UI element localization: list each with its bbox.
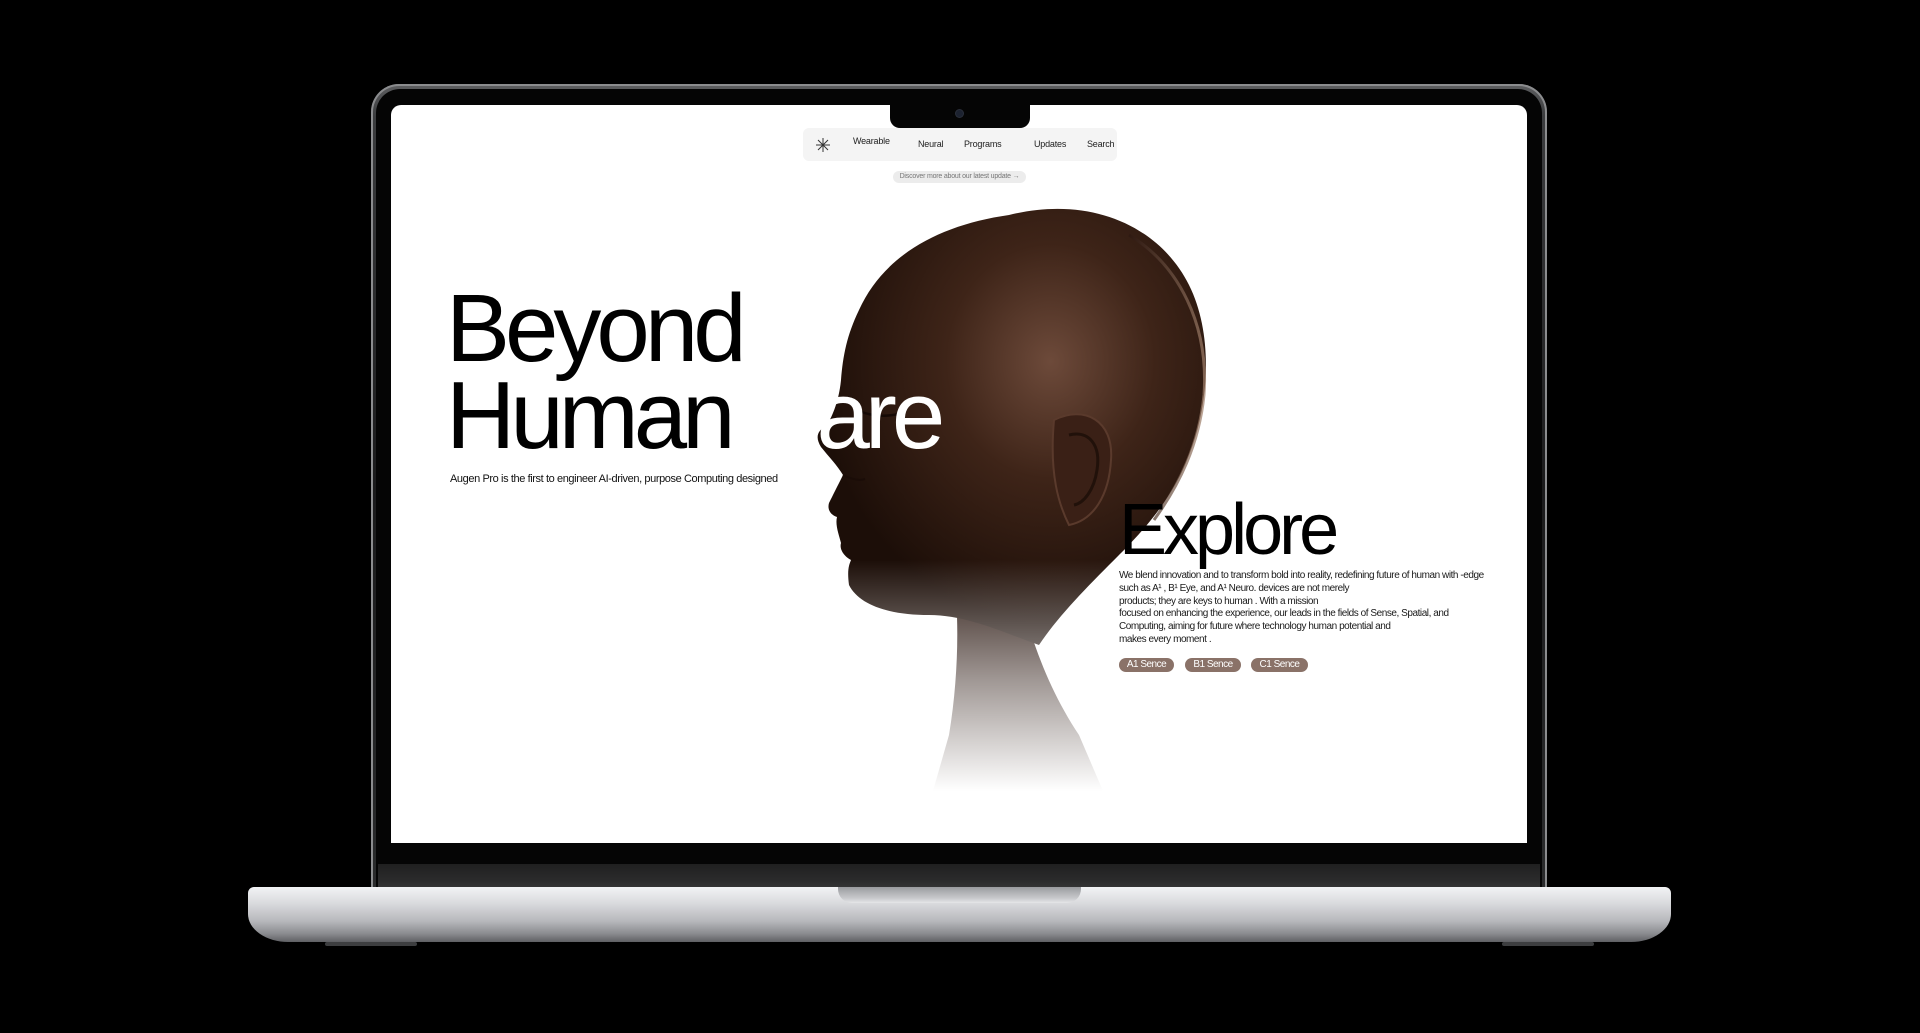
- hero-title-human: Human: [446, 362, 735, 469]
- announcement-link[interactable]: Discover more about our latest update →: [893, 171, 1026, 183]
- explore-line: We blend innovation and to transform bol…: [1119, 570, 1484, 581]
- website-screen: Wearable Neural Programs Updates Search …: [391, 105, 1527, 843]
- hero-subtitle: Augen Pro is the first to engineer AI-dr…: [450, 473, 778, 485]
- nav-item-neural[interactable]: Neural: [918, 139, 944, 149]
- tag-b1-sence[interactable]: B1 Sence: [1185, 658, 1241, 672]
- laptop-base: [248, 887, 1671, 942]
- tag-c1-sence[interactable]: C1 Sence: [1251, 658, 1308, 672]
- explore-description: We blend innovation and to transform bol…: [1119, 570, 1499, 647]
- top-nav: Wearable Neural Programs Updates Search: [803, 128, 1117, 161]
- trackpad-notch: [838, 887, 1081, 903]
- laptop-foot-left: [325, 942, 417, 946]
- hero-title-ware: ware: [752, 362, 945, 469]
- nav-item-programs[interactable]: Programs: [964, 139, 1002, 149]
- nav-item-wearable[interactable]: Wearable: [853, 136, 890, 146]
- explore-line: makes every moment .: [1119, 633, 1212, 645]
- explore-line: such as A¹ , B¹ Eye, and A¹ Neuro. devic…: [1119, 582, 1350, 594]
- tag-a1-sence[interactable]: A1 Sence: [1119, 658, 1174, 672]
- nav-item-updates[interactable]: Updates: [1034, 139, 1066, 149]
- camera-icon: [956, 110, 963, 117]
- explore-line: focused on enhancing the experience, our…: [1119, 608, 1449, 620]
- explore-title: Explore: [1119, 490, 1339, 570]
- laptop-foot-right: [1502, 942, 1594, 946]
- hero-title: Beyond Human ware: [446, 281, 945, 464]
- explore-line: Computing, aiming for future where techn…: [1119, 621, 1391, 633]
- explore-line: products; they are keys to human . With …: [1119, 595, 1319, 607]
- sparkle-logo-icon[interactable]: [815, 137, 831, 153]
- nav-item-search[interactable]: Search: [1087, 139, 1115, 149]
- camera-notch: [890, 105, 1030, 128]
